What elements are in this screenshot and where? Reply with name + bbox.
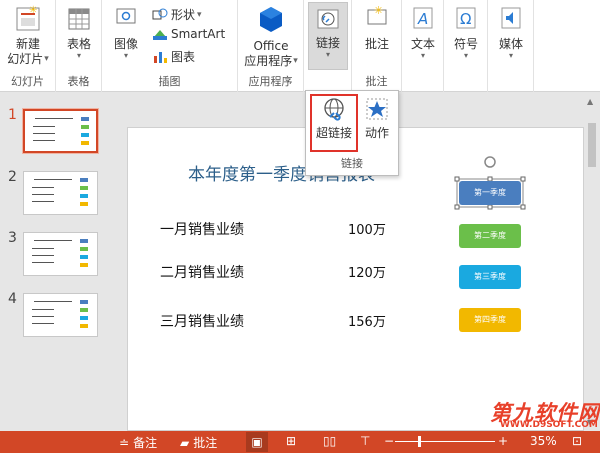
plus-icon: +	[498, 434, 509, 448]
slideshow-button[interactable]: ⊤	[360, 434, 370, 448]
row-value-3[interactable]: 156万	[348, 311, 386, 330]
quarter-button-4[interactable]: 第四季度	[459, 308, 521, 332]
row-label-2[interactable]: 二月销售业绩	[160, 262, 244, 282]
media-button[interactable]: 媒体 ▾	[492, 4, 530, 60]
fit-slide-button[interactable]: ⊡	[572, 434, 582, 448]
images-button[interactable]: 图像 ▾	[106, 4, 146, 60]
slide-thumbnail-3[interactable]	[23, 232, 98, 276]
slide-number-1: 1	[8, 107, 17, 123]
table-icon	[68, 8, 90, 30]
watermark-logo: 第九软件网 WWW.D9SOFT.COM	[490, 401, 600, 430]
quarter-button-3[interactable]: 第三季度	[459, 265, 521, 289]
links-group: 链接 ▾	[304, 0, 352, 92]
new-slide-button[interactable]: ✳ 新建 幻灯片 ▾	[6, 4, 50, 67]
comments-group: ✳ 批注 批注	[352, 0, 402, 92]
row-label-3[interactable]: 三月销售业绩	[160, 311, 244, 331]
comments-button[interactable]: ▰ 批注	[180, 434, 217, 451]
smartart-icon	[153, 30, 167, 40]
symbol-button[interactable]: Ω 符号 ▾	[448, 4, 484, 60]
text-button[interactable]: A 文本 ▾	[406, 4, 440, 60]
quarter-button-2[interactable]: 第二季度	[459, 224, 521, 248]
notes-icon: ≐	[119, 435, 130, 450]
row-label-1[interactable]: 一月销售业绩	[160, 219, 244, 239]
text-icon: A	[413, 7, 433, 29]
link-dropdown-menu: 超链接 动作 链接	[305, 90, 399, 176]
zoom-level[interactable]: 35%	[530, 434, 557, 448]
slides-group: ✳ 新建 幻灯片 ▾ 幻灯片	[0, 0, 56, 92]
row-value-1[interactable]: 100万	[348, 219, 386, 238]
media-group: 媒体 ▾	[488, 0, 534, 92]
apps-group: Office 应用程序 ▾ 应用程序	[238, 0, 304, 92]
link-button[interactable]: 链接 ▾	[308, 2, 348, 70]
office-apps-button[interactable]: Office 应用程序 ▾	[242, 4, 300, 69]
slide-thumbnail-2[interactable]	[23, 171, 98, 215]
slideshow-icon: ⊤	[360, 434, 371, 448]
tables-group: 表格 ▾ 表格	[56, 0, 102, 92]
action-button[interactable]: 动作	[358, 95, 396, 141]
status-bar: ≐ 备注 ▰ 批注 ▣ ⊞ ▯▯ ⊤ − + 35% ⊡	[0, 431, 600, 453]
omega-icon: Ω	[456, 7, 476, 29]
shapes-icon	[152, 8, 168, 19]
smartart-button[interactable]: SmartArt	[152, 27, 225, 41]
normal-view-icon: ▣	[251, 435, 263, 449]
normal-view-button[interactable]: ▣	[246, 432, 268, 452]
zoom-slider-track[interactable]	[395, 441, 495, 442]
illustrations-group: 图像 ▾ 形状 ▾ SmartArt 图表 插图	[102, 0, 238, 92]
scroll-thumb[interactable]	[588, 123, 596, 167]
hyperlink-icon	[324, 98, 344, 121]
svg-text:✳: ✳	[374, 4, 383, 17]
slide-number-2: 2	[8, 169, 17, 185]
svg-text:Ω: Ω	[460, 10, 471, 28]
speaker-icon	[501, 7, 521, 29]
ribbon: ✳ 新建 幻灯片 ▾ 幻灯片 表格 ▾ 表格 图像 ▾ 形状 ▾ SmartAr…	[0, 0, 600, 92]
tables-group-label: 表格	[67, 75, 90, 88]
shapes-button[interactable]: 形状 ▾	[152, 6, 202, 23]
comment-icon: ✳	[367, 4, 387, 25]
comments-group-label: 批注	[365, 75, 388, 88]
chart-button[interactable]: 图表	[152, 48, 195, 65]
reading-view-button[interactable]: ▯▯	[323, 434, 336, 448]
slide-thumbnail-1[interactable]	[22, 108, 99, 154]
illustrations-group-label: 插图	[158, 75, 181, 88]
zoom-out-button[interactable]: −	[384, 434, 394, 448]
link-group-label: 链接	[341, 157, 363, 170]
slide-number-3: 3	[8, 230, 17, 246]
chart-icon	[154, 51, 167, 63]
slides-group-label: 幻灯片	[11, 75, 44, 88]
office-store-icon	[260, 7, 282, 32]
apps-group-label: 应用程序	[248, 75, 293, 88]
row-value-2[interactable]: 120万	[348, 262, 386, 281]
slide-sorter-icon: ⊞	[286, 434, 297, 448]
image-icon	[116, 8, 136, 24]
hyperlink-button[interactable]: 超链接	[312, 95, 356, 141]
scroll-up-icon[interactable]: ▲	[587, 97, 593, 106]
text-group: A 文本 ▾	[402, 0, 444, 92]
star-icon	[366, 98, 388, 120]
slide-thumbnail-4[interactable]	[23, 293, 98, 337]
table-button[interactable]: 表格 ▾	[60, 4, 98, 60]
comment-bubble-icon: ▰	[180, 435, 190, 450]
blank-area	[271, 356, 371, 418]
fit-to-window-icon: ⊡	[572, 434, 583, 448]
quarter-button-1[interactable]: 第一季度	[459, 181, 521, 205]
minus-icon: −	[384, 434, 395, 448]
zoom-in-button[interactable]: +	[498, 434, 508, 448]
zoom-slider-knob[interactable]	[418, 436, 421, 447]
svg-text:✳: ✳	[29, 5, 37, 16]
svg-text:A: A	[417, 10, 428, 28]
vertical-scrollbar[interactable]: ▲ ▼	[584, 93, 600, 431]
slide-number-4: 4	[8, 291, 17, 307]
new-slide-icon: ✳	[16, 5, 40, 31]
slide-thumbnails-pane: 1 2 3 4	[0, 93, 115, 431]
reading-view-icon: ▯▯	[323, 434, 337, 448]
comment-button[interactable]: ✳ 批注	[356, 4, 398, 52]
symbols-group: Ω 符号 ▾	[444, 0, 488, 92]
slide-sorter-button[interactable]: ⊞	[286, 434, 296, 448]
notes-button[interactable]: ≐ 备注	[119, 434, 157, 451]
link-icon	[317, 9, 339, 29]
